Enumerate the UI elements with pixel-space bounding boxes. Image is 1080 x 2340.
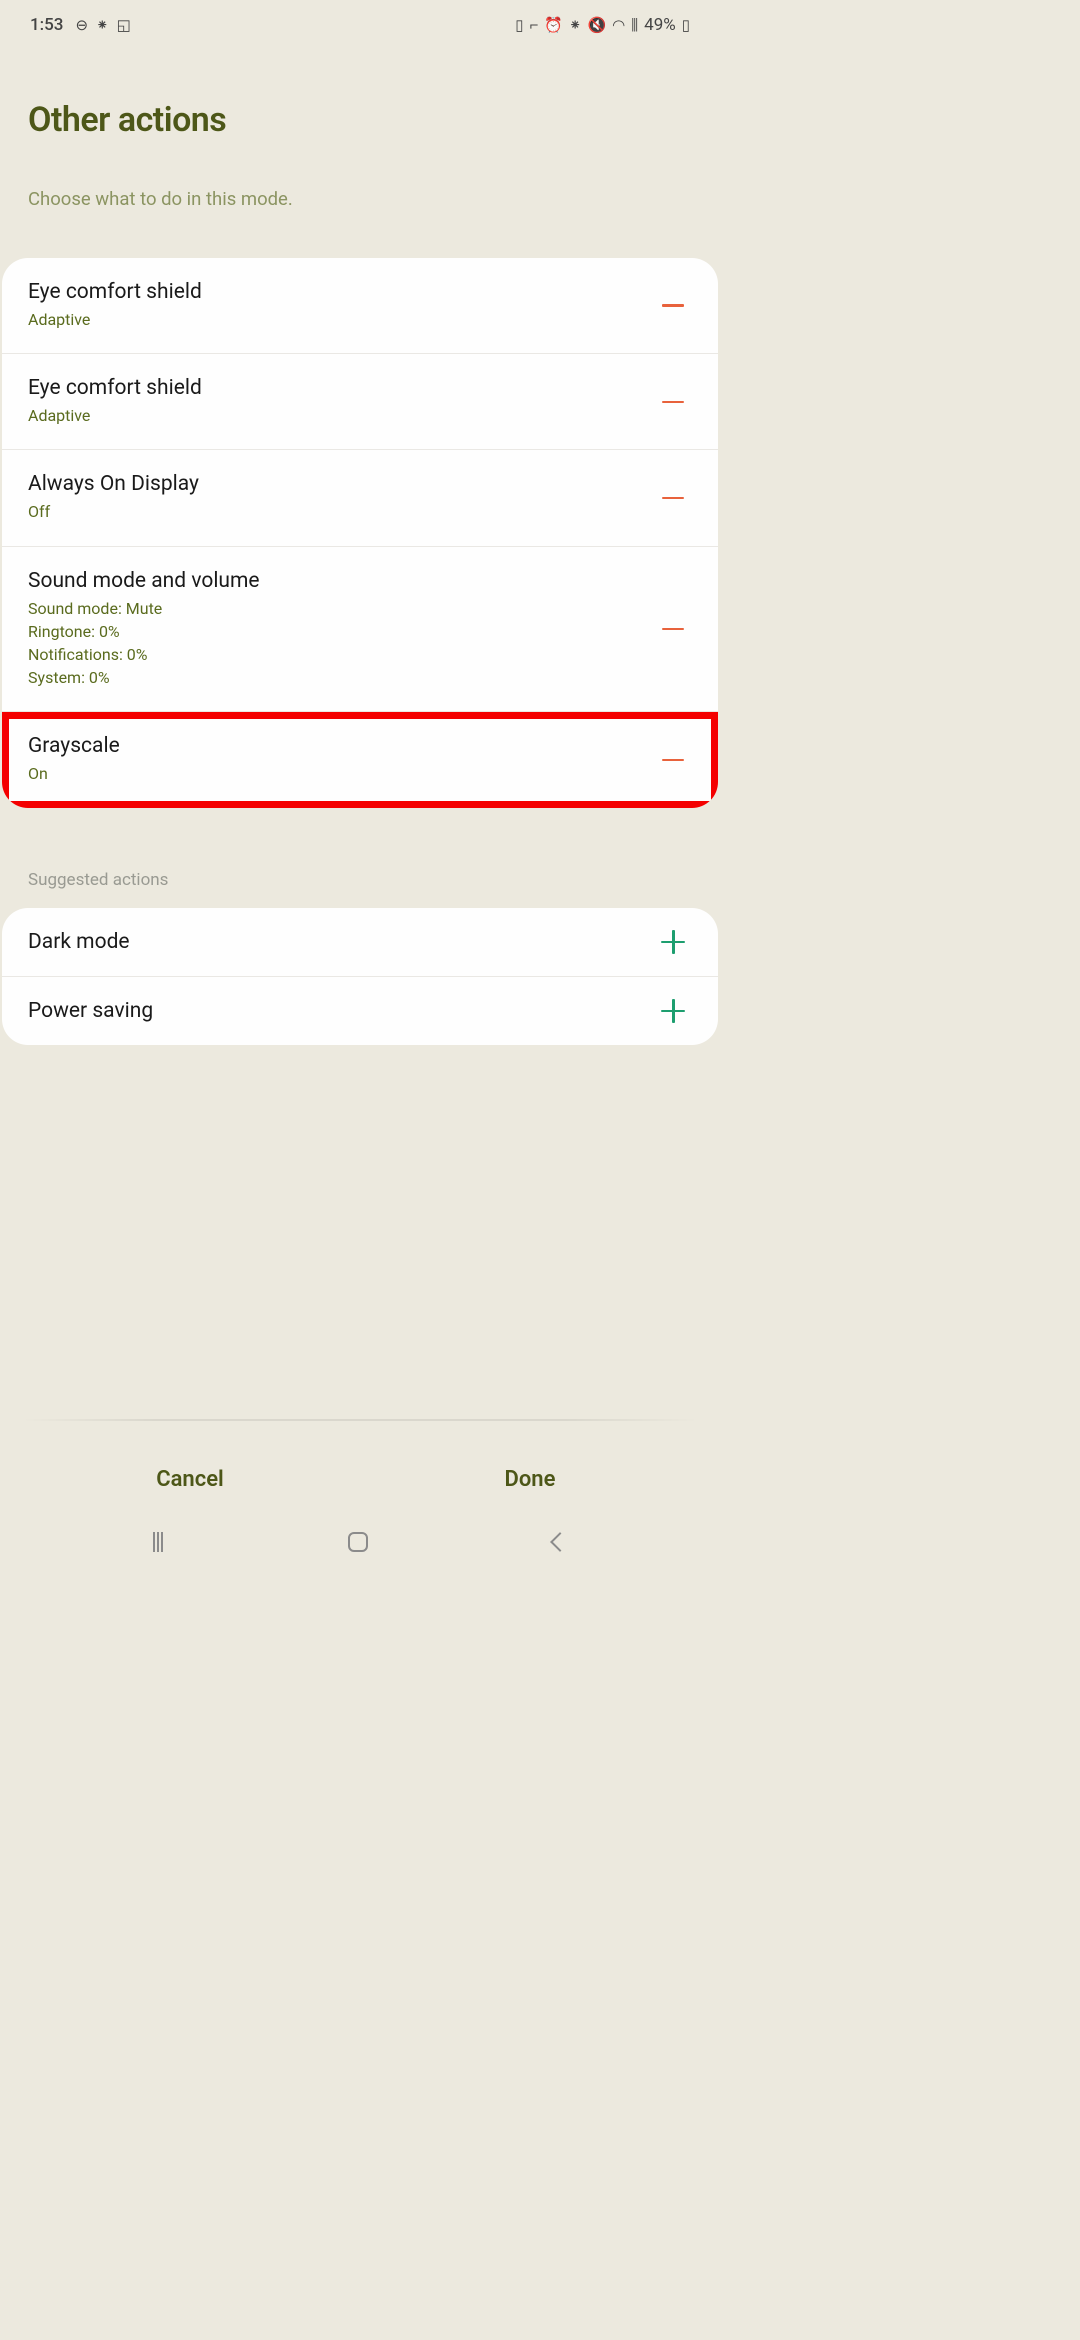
header: Other actions Choose what to do in this … (0, 44, 720, 220)
timer-icon: ◱ (117, 16, 131, 34)
minus-icon (662, 759, 684, 762)
bluetooth-icon: ⁕ (96, 16, 109, 34)
footer: Cancel Done (0, 1449, 720, 1510)
action-sub: Adaptive (28, 308, 654, 331)
battery-saver-icon: ▯ (515, 16, 523, 34)
add-button[interactable] (654, 930, 692, 954)
page-subtitle: Choose what to do in this mode. (28, 188, 692, 210)
action-title: Eye comfort shield (28, 376, 654, 400)
plus-icon (661, 930, 685, 954)
action-row-eye-comfort-2[interactable]: Eye comfort shield Adaptive (2, 354, 718, 450)
page-title: Other actions (28, 100, 692, 140)
action-sub: Adaptive (28, 404, 654, 427)
action-title: Always On Display (28, 472, 654, 496)
alarm-icon: ⏰ (544, 16, 563, 34)
remove-button[interactable] (654, 401, 692, 404)
cancel-button[interactable]: Cancel (20, 1449, 360, 1510)
nav-recent-icon[interactable] (153, 1532, 163, 1552)
bed-icon: ⌐ (529, 16, 538, 34)
remove-button[interactable] (654, 304, 692, 307)
remove-button[interactable] (654, 497, 692, 500)
footer-shadow (22, 1419, 698, 1421)
action-row-grayscale[interactable]: Grayscale On (2, 712, 718, 807)
suggested-label: Suggested actions (0, 808, 720, 908)
minus-icon (662, 497, 684, 500)
action-sub: Off (28, 500, 654, 523)
action-title: Eye comfort shield (28, 280, 654, 304)
status-time: 1:53 (30, 15, 63, 35)
minus-icon (662, 628, 684, 631)
action-row-aod[interactable]: Always On Display Off (2, 450, 718, 546)
suggested-row-power-saving[interactable]: Power saving (2, 977, 718, 1045)
status-bar: 1:53 ⊖ ⁕ ◱ ▯ ⌐ ⏰ ⁕ 🔇 ◠ ⫼ 49% ▯ (0, 6, 720, 44)
signal-icon: ⫼ (631, 16, 638, 34)
action-title: Sound mode and volume (28, 569, 654, 593)
nav-back-icon[interactable] (550, 1532, 570, 1552)
action-row-sound[interactable]: Sound mode and volume Sound mode: Mute R… (2, 547, 718, 713)
remove-button[interactable] (654, 628, 692, 631)
action-sub: Sound mode: Mute Ringtone: 0% Notificati… (28, 597, 654, 690)
status-left: 1:53 ⊖ ⁕ ◱ (30, 15, 131, 35)
actions-card: Eye comfort shield Adaptive Eye comfort … (2, 258, 718, 808)
action-sub: On (28, 762, 654, 785)
add-button[interactable] (654, 999, 692, 1023)
battery-pct: 49% (644, 15, 676, 35)
status-right: ▯ ⌐ ⏰ ⁕ 🔇 ◠ ⫼ 49% ▯ (515, 15, 690, 35)
remove-button[interactable] (654, 759, 692, 762)
battery-icon: ▯ (682, 16, 690, 34)
done-button[interactable]: Done (360, 1449, 700, 1510)
minus-icon (662, 304, 684, 307)
dnd-icon: ⊖ (75, 16, 88, 34)
bluetooth-icon-2: ⁕ (569, 16, 582, 34)
action-row-eye-comfort-1[interactable]: Eye comfort shield Adaptive (2, 258, 718, 354)
nav-bar (0, 1518, 720, 1566)
action-title: Grayscale (28, 734, 654, 758)
suggested-row-dark-mode[interactable]: Dark mode (2, 908, 718, 977)
suggested-title: Dark mode (28, 930, 654, 954)
nav-home-icon[interactable] (348, 1532, 368, 1552)
mute-icon: 🔇 (587, 16, 606, 34)
minus-icon (662, 401, 684, 404)
suggested-card: Dark mode Power saving (2, 908, 718, 1045)
wifi-icon: ◠ (612, 16, 625, 34)
plus-icon (661, 999, 685, 1023)
suggested-title: Power saving (28, 999, 654, 1023)
